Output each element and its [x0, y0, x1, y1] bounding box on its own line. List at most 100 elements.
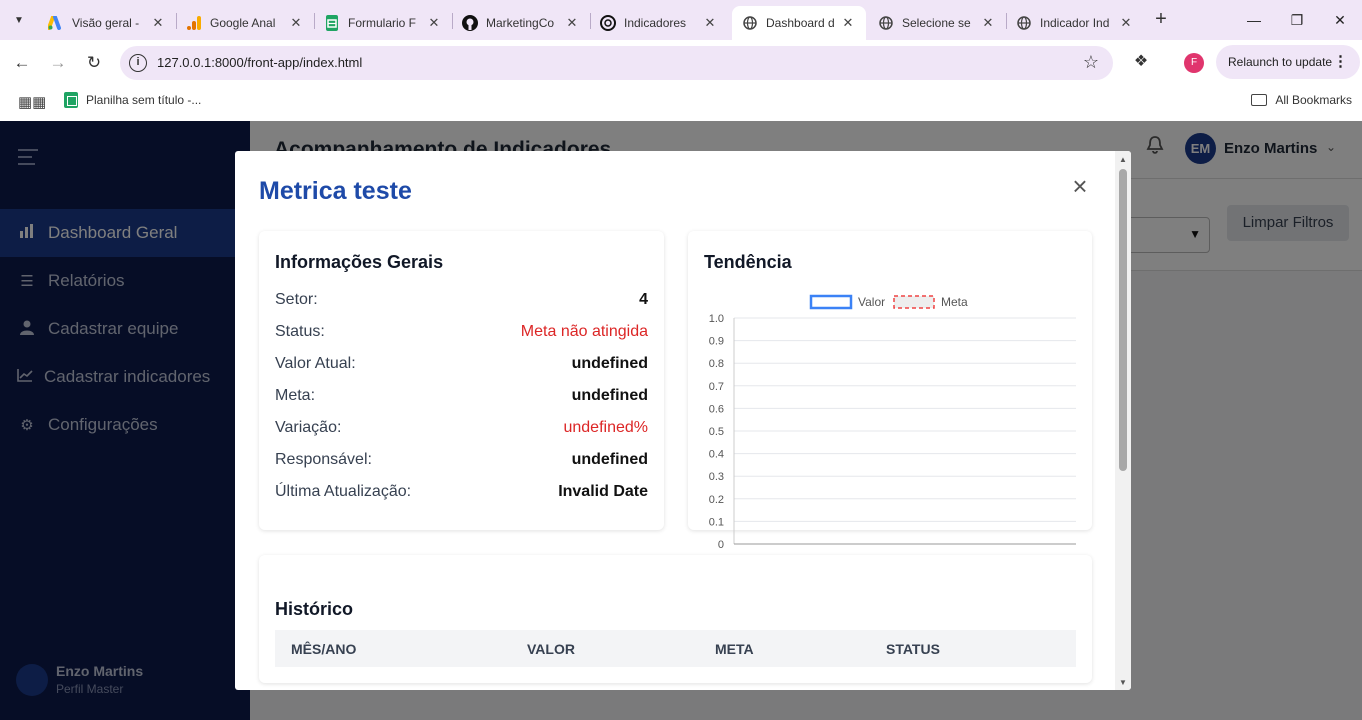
variation-value: undefined% [563, 419, 648, 436]
info-label: Responsável: [275, 451, 372, 468]
info-value: 4 [639, 291, 648, 308]
tab-title: Dashboard d [766, 16, 835, 30]
address-bar[interactable]: i 127.0.0.1:8000/front-app/index.html ☆ [120, 46, 1113, 80]
menu-dots-icon: ⋮ [1333, 53, 1348, 70]
reload-icon[interactable]: ↻ [81, 50, 107, 76]
google-ads-icon [48, 15, 64, 31]
close-tab-icon[interactable]: ✕ [702, 15, 718, 31]
y-tick-label: 0.9 [709, 336, 724, 348]
site-info-icon[interactable]: i [129, 54, 147, 72]
info-value: undefined [571, 451, 648, 468]
browser-toolbar: ← → ↻ i 127.0.0.1:8000/front-app/index.h… [0, 40, 1362, 85]
close-tab-icon[interactable]: ✕ [980, 15, 996, 31]
close-tab-icon[interactable]: ✕ [564, 15, 580, 31]
tab-title: Indicador Ind [1040, 16, 1110, 30]
close-tab-icon[interactable]: ✕ [840, 15, 856, 31]
url-text[interactable]: 127.0.0.1:8000/front-app/index.html [157, 55, 362, 70]
info-value: undefined [571, 387, 648, 404]
profile-avatar[interactable]: F [1184, 53, 1204, 73]
globe-icon [742, 15, 758, 31]
google-sheets-icon [64, 92, 78, 108]
info-row-valor-atual: Valor Atual: undefined [275, 355, 648, 379]
close-tab-icon[interactable]: ✕ [288, 15, 304, 31]
close-window-icon[interactable]: ✕ [1328, 8, 1352, 32]
column-header: STATUS [886, 641, 940, 657]
back-icon[interactable]: ← [9, 50, 35, 76]
restore-icon[interactable]: ❐ [1285, 8, 1309, 32]
close-tab-icon[interactable]: ✕ [150, 15, 166, 31]
bookmark-item[interactable]: Planilha sem título -... [64, 92, 201, 108]
legend-label: Meta [941, 295, 968, 309]
status-value: Meta não atingida [520, 323, 648, 340]
y-tick-label: 0.3 [709, 471, 724, 483]
info-label: Última Atualização: [275, 483, 412, 500]
forward-icon[interactable]: → [45, 50, 71, 76]
info-row-status: Status: Meta não atingida [275, 323, 648, 347]
close-tab-icon[interactable]: ✕ [1118, 15, 1134, 31]
browser-tab[interactable]: MarketingCo ✕ [452, 6, 590, 40]
column-header: VALOR [527, 641, 575, 657]
info-value: Invalid Date [558, 483, 648, 500]
browser-tab-active[interactable]: Dashboard d ✕ [732, 6, 866, 40]
info-row-responsavel: Responsável: undefined [275, 451, 648, 475]
trend-chart: 1.0 0.9 0.8 0.7 0.6 0.5 0.4 0.3 0.2 0.1 0 Valor Meta [709, 294, 1076, 551]
browser-tab[interactable]: Indicador Ind ✕ [1006, 6, 1144, 40]
legend-swatch [893, 295, 935, 309]
bookmark-label: Planilha sem título -... [86, 93, 202, 107]
close-tab-icon[interactable]: ✕ [426, 15, 442, 31]
legend-label: Valor [858, 295, 885, 309]
info-row-setor: Setor: 4 [275, 291, 648, 315]
info-label: Setor: [275, 291, 318, 308]
y-tick-label: 0.4 [709, 449, 724, 461]
minimize-icon[interactable]: — [1242, 8, 1266, 32]
y-tick-label: 0.8 [709, 358, 724, 370]
legend-swatch [809, 294, 853, 310]
modal-title: Metrica teste [259, 177, 412, 205]
y-tick-label: 0.5 [709, 426, 724, 438]
browser-tab[interactable]: Indicadores ✕ [590, 6, 728, 40]
all-bookmarks-label: All Bookmarks [1275, 93, 1352, 107]
history-table-header: MÊS/ANO VALOR META STATUS [275, 630, 1076, 667]
close-icon[interactable]: × [1069, 173, 1091, 199]
browser-tab[interactable]: Visão geral - ✕ [38, 6, 176, 40]
browser-tab[interactable]: Selecione se ✕ [868, 6, 1006, 40]
y-tick-label: 0 [718, 539, 724, 551]
info-label: Variação: [275, 419, 342, 436]
y-tick-label: 0.6 [709, 403, 724, 415]
tab-search-button[interactable]: ▼ [6, 8, 32, 32]
google-analytics-icon [186, 15, 202, 31]
info-label: Valor Atual: [275, 355, 356, 372]
google-sheets-icon [324, 15, 340, 31]
browser-tab[interactable]: Formulario F ✕ [314, 6, 452, 40]
github-icon [462, 15, 478, 31]
all-bookmarks-button[interactable]: All Bookmarks [1251, 93, 1352, 107]
tab-title: Selecione se [902, 16, 971, 30]
scrollbar-thumb[interactable] [1119, 169, 1127, 471]
bookmark-star-icon[interactable]: ☆ [1083, 52, 1099, 73]
info-label: Status: [275, 323, 325, 340]
column-header: MÊS/ANO [291, 641, 357, 657]
y-tick-label: 0.2 [709, 494, 724, 506]
tab-title: Google Anal [210, 16, 276, 30]
browser-tab[interactable]: Google Anal ✕ [176, 6, 314, 40]
folder-icon [1251, 94, 1268, 106]
browser-tab-strip: ▼ Visão geral - ✕ Google Anal ✕ Formular… [0, 0, 1362, 40]
history-card: Histórico MÊS/ANO VALOR META STATUS [259, 555, 1092, 683]
openai-icon [600, 15, 616, 31]
y-tick-label: 0.7 [709, 381, 724, 393]
column-header: META [715, 641, 754, 657]
history-title: Histórico [275, 599, 354, 619]
info-card: Informações Gerais Setor: 4 Status: Meta… [259, 231, 664, 530]
info-card-title: Informações Gerais [275, 252, 444, 272]
info-row-variacao: Variação: undefined% [275, 419, 648, 443]
trend-card-title: Tendência [704, 252, 792, 272]
relaunch-button[interactable]: Relaunch to update ⋮ [1216, 45, 1360, 79]
scroll-down-icon[interactable]: ▼ [1119, 678, 1127, 687]
apps-grid-icon[interactable]: ▦▦ [18, 93, 46, 111]
scroll-up-icon[interactable]: ▲ [1119, 155, 1127, 164]
globe-icon [1016, 15, 1032, 31]
new-tab-button[interactable]: + [1150, 8, 1172, 30]
extensions-icon[interactable]: ❖ [1130, 51, 1152, 73]
trend-card: Tendência 1.0 0.9 0.8 0.7 0.6 0.5 0.4 0.3 0.2 0.1… [688, 231, 1092, 551]
y-tick-label: 1.0 [709, 313, 724, 325]
